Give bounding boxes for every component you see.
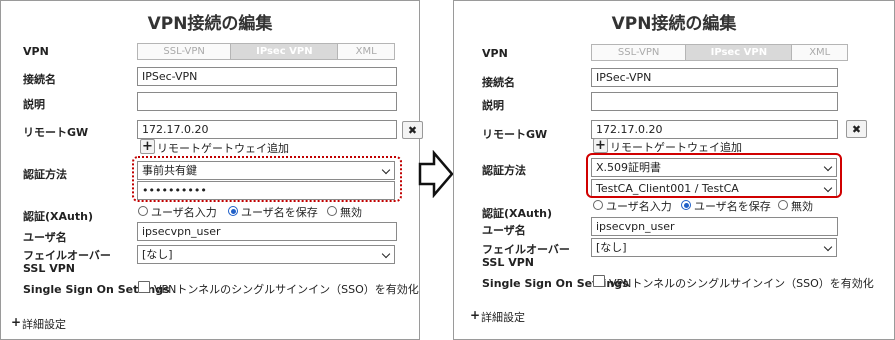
- connection-name-input[interactable]: IPSec-VPN: [137, 67, 397, 86]
- remote-gw-input[interactable]: 172.17.0.20: [591, 120, 838, 139]
- username-input[interactable]: ipsecvpn_user: [591, 217, 838, 236]
- vpn-label: VPN: [482, 47, 508, 60]
- advanced-plus-icon[interactable]: +: [470, 308, 480, 322]
- xauth-option-disable[interactable]: 無効: [340, 204, 362, 220]
- highlight-box: [586, 153, 842, 198]
- xauth-radio-disable[interactable]: [778, 200, 788, 210]
- remove-gw-button[interactable]: ✖: [846, 120, 867, 138]
- add-gw-label[interactable]: リモートゲートウェイ追加: [157, 140, 289, 156]
- xauth-label: 認証(XAuth): [482, 207, 552, 220]
- vpn-mode-ipsec[interactable]: IPsec VPN: [231, 44, 339, 59]
- failover-select[interactable]: [なし]: [591, 238, 837, 257]
- highlight-box: [132, 156, 402, 202]
- xauth-option-input[interactable]: ユーザ名入力: [606, 198, 672, 214]
- username-input[interactable]: ipsecvpn_user: [137, 222, 397, 241]
- auth-method-label: 認証方法: [23, 168, 67, 181]
- xauth-option-save[interactable]: ユーザ名を保存: [694, 198, 771, 214]
- xauth-radio-input[interactable]: [138, 206, 148, 216]
- vpn-mode-ipsec[interactable]: IPsec VPN: [686, 45, 793, 60]
- description-input[interactable]: [137, 92, 397, 111]
- xauth-option-disable[interactable]: 無効: [791, 198, 813, 214]
- sso-checkbox-label[interactable]: VPNトンネルのシングルサインイン（SSO）を有効化: [154, 281, 419, 297]
- remote-gw-label: リモートGW: [23, 126, 89, 139]
- failover-label: フェイルオーバーSSL VPN: [23, 249, 111, 275]
- right-vpn-edit-panel: VPN接続の編集 VPN SSL-VPN IPsec VPN XML 接続名 I…: [453, 0, 895, 340]
- xauth-radio-disable[interactable]: [327, 206, 337, 216]
- sso-settings-label: Single Sign On Settings: [482, 277, 629, 290]
- add-gw-icon[interactable]: +: [593, 138, 608, 153]
- username-label: ユーザ名: [482, 224, 526, 237]
- vpn-type-selector: SSL-VPN IPsec VPN XML: [137, 43, 395, 60]
- remove-gw-button[interactable]: ✖: [402, 121, 423, 139]
- advanced-plus-icon[interactable]: +: [11, 315, 21, 329]
- right-arrow-icon: [418, 150, 454, 198]
- vpn-mode-xml[interactable]: XML: [338, 44, 394, 59]
- xauth-option-save[interactable]: ユーザ名を保存: [241, 204, 318, 220]
- sso-checkbox-label[interactable]: VPNトンネルのシングルサインイン（SSO）を有効化: [609, 275, 874, 291]
- remote-gw-input[interactable]: 172.17.0.20: [137, 120, 397, 139]
- page-title: VPN接続の編集: [611, 14, 737, 34]
- vpn-mode-ssl[interactable]: SSL-VPN: [138, 44, 232, 59]
- add-gw-icon[interactable]: +: [140, 139, 155, 154]
- connection-name-label: 接続名: [482, 76, 515, 89]
- username-label: ユーザ名: [23, 231, 67, 244]
- description-input[interactable]: [591, 92, 838, 111]
- sso-checkbox[interactable]: [593, 275, 605, 287]
- xauth-radio-input[interactable]: [593, 200, 603, 210]
- left-vpn-edit-panel: VPN接続の編集 VPN SSL-VPN IPsec VPN XML 接続名 I…: [0, 0, 423, 340]
- xauth-label: 認証(XAuth): [23, 210, 93, 223]
- vpn-label: VPN: [23, 45, 49, 58]
- xauth-radio-save[interactable]: [681, 200, 691, 210]
- page-title: VPN接続の編集: [147, 14, 273, 34]
- auth-method-label: 認証方法: [482, 164, 526, 177]
- advanced-settings-link[interactable]: 詳細設定: [22, 316, 66, 332]
- description-label: 説明: [482, 99, 504, 112]
- failover-label: フェイルオーバーSSL VPN: [482, 243, 570, 269]
- vpn-mode-ssl[interactable]: SSL-VPN: [592, 45, 687, 60]
- advanced-settings-link[interactable]: 詳細設定: [481, 309, 525, 325]
- vpn-type-selector: SSL-VPN IPsec VPN XML: [591, 44, 848, 61]
- connection-name-label: 接続名: [23, 73, 56, 86]
- xauth-option-input[interactable]: ユーザ名入力: [151, 204, 217, 220]
- failover-select[interactable]: [なし]: [137, 245, 395, 264]
- vpn-mode-xml[interactable]: XML: [792, 45, 847, 60]
- sso-checkbox[interactable]: [138, 281, 150, 293]
- description-label: 説明: [23, 98, 45, 111]
- xauth-radio-save[interactable]: [228, 206, 238, 216]
- connection-name-input[interactable]: IPSec-VPN: [591, 68, 838, 87]
- remote-gw-label: リモートGW: [482, 128, 548, 141]
